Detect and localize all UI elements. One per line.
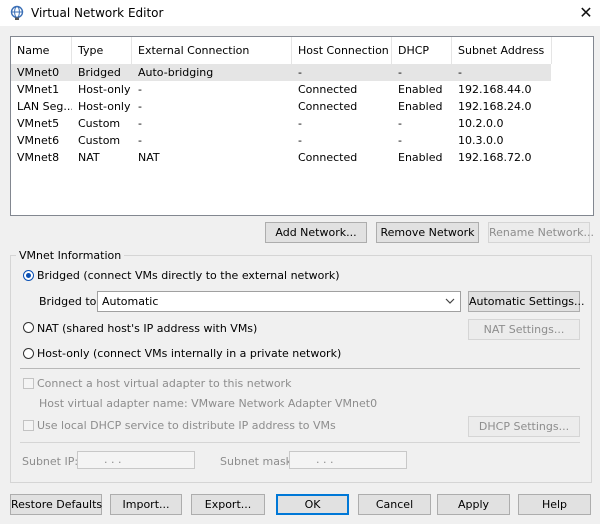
column-header-external-connection[interactable]: External Connection: [132, 37, 292, 64]
local-dhcp-checkbox[interactable]: [23, 420, 34, 431]
table-row[interactable]: VMnet5 Custom - - - 10.2.0.0: [11, 115, 551, 132]
cell-type: Custom: [78, 134, 121, 147]
nat-radio-label[interactable]: NAT (shared host's IP address with VMs): [37, 322, 257, 335]
vmnet-information-label: VMnet Information: [16, 249, 125, 262]
bridged-radio[interactable]: [23, 270, 34, 281]
import-button[interactable]: Import...: [110, 494, 182, 515]
cell-host: -: [298, 117, 302, 130]
nat-radio[interactable]: [23, 322, 34, 333]
add-network-button[interactable]: Add Network...: [265, 222, 367, 243]
connect-host-adapter-checkbox[interactable]: [23, 378, 34, 389]
vmnet-information-group: [10, 255, 592, 483]
remove-network-button[interactable]: Remove Network: [376, 222, 479, 243]
vmware-network-icon: [10, 5, 24, 20]
cell-subnet: 10.2.0.0: [458, 117, 504, 130]
cell-host: -: [298, 66, 302, 79]
cell-type: Host-only: [78, 100, 131, 113]
cell-subnet: 10.3.0.0: [458, 134, 504, 147]
cell-subnet: 192.168.72.0: [458, 151, 532, 164]
table-row[interactable]: VMnet6 Custom - - - 10.3.0.0: [11, 132, 551, 149]
cell-subnet: 192.168.44.0: [458, 83, 532, 96]
cell-host: Connected: [298, 151, 358, 164]
cell-name: LAN Seg...: [17, 100, 72, 113]
host-adapter-name-label: Host virtual adapter name: VMware Networ…: [39, 397, 378, 410]
cell-dhcp: Enabled: [398, 83, 443, 96]
section-divider: [20, 368, 580, 369]
radio-selected-dot: [26, 273, 31, 278]
table-row[interactable]: LAN Seg... Host-only - Connected Enabled…: [11, 98, 551, 115]
cell-subnet: -: [458, 66, 462, 79]
bridged-to-value: Automatic: [102, 295, 159, 308]
table-row[interactable]: VMnet1 Host-only - Connected Enabled 192…: [11, 81, 551, 98]
connect-host-adapter-label: Connect a host virtual adapter to this n…: [37, 377, 292, 390]
cell-type: Bridged: [78, 66, 121, 79]
cell-name: VMnet1: [17, 83, 60, 96]
cell-external: Auto-bridging: [138, 66, 214, 79]
ip-dots: . . .: [316, 453, 334, 466]
bridged-to-select[interactable]: Automatic: [97, 291, 461, 312]
cell-dhcp: -: [398, 66, 402, 79]
subnet-mask-label: Subnet mask:: [220, 455, 296, 468]
automatic-settings-button[interactable]: Automatic Settings...: [468, 291, 585, 312]
cell-external: NAT: [138, 151, 160, 164]
subnet-ip-input[interactable]: . . .: [77, 451, 195, 469]
close-icon[interactable]: ✕: [576, 3, 596, 23]
cell-external: -: [138, 83, 142, 96]
column-header-host-connection[interactable]: Host Connection: [292, 37, 392, 64]
host-only-radio[interactable]: [23, 348, 34, 359]
dhcp-settings-button[interactable]: DHCP Settings...: [468, 416, 580, 437]
restore-defaults-button[interactable]: Restore Defaults: [10, 494, 102, 515]
table-row[interactable]: VMnet0 Bridged Auto-bridging - - -: [11, 64, 551, 81]
cell-name: VMnet0: [17, 66, 60, 79]
cell-subnet: 192.168.24.0: [458, 100, 532, 113]
cell-name: VMnet8: [17, 151, 60, 164]
cancel-button[interactable]: Cancel: [358, 494, 431, 515]
nat-settings-button[interactable]: NAT Settings...: [468, 319, 580, 340]
table-header: Name Type External Connection Host Conne…: [11, 37, 552, 65]
cell-type: NAT: [78, 151, 100, 164]
cell-host: Connected: [298, 83, 358, 96]
column-header-name[interactable]: Name: [11, 37, 72, 64]
chevron-down-icon: [445, 298, 455, 304]
table-row[interactable]: VMnet8 NAT NAT Connected Enabled 192.168…: [11, 149, 551, 166]
section-divider: [20, 442, 580, 443]
column-header-subnet-address[interactable]: Subnet Address: [452, 37, 552, 64]
cell-type: Host-only: [78, 83, 131, 96]
cell-host: -: [298, 134, 302, 147]
title-bar: Virtual Network Editor ✕: [0, 0, 600, 26]
export-button[interactable]: Export...: [191, 494, 265, 515]
cell-type: Custom: [78, 117, 121, 130]
cell-host: Connected: [298, 100, 358, 113]
help-button[interactable]: Help: [518, 494, 591, 515]
cell-name: VMnet5: [17, 117, 60, 130]
cell-external: -: [138, 134, 142, 147]
subnet-ip-label: Subnet IP:: [22, 455, 79, 468]
cell-dhcp: -: [398, 134, 402, 147]
cell-dhcp: Enabled: [398, 151, 443, 164]
host-only-radio-label[interactable]: Host-only (connect VMs internally in a p…: [37, 347, 341, 360]
network-table[interactable]: Name Type External Connection Host Conne…: [10, 36, 594, 216]
local-dhcp-label: Use local DHCP service to distribute IP …: [37, 419, 336, 432]
cell-external: -: [138, 100, 142, 113]
bridged-to-label: Bridged to:: [39, 295, 101, 308]
subnet-mask-input[interactable]: . . .: [289, 451, 407, 469]
cell-dhcp: -: [398, 117, 402, 130]
rename-network-button[interactable]: Rename Network...: [488, 222, 594, 243]
cell-external: -: [138, 117, 142, 130]
cell-dhcp: Enabled: [398, 100, 443, 113]
column-header-type[interactable]: Type: [72, 37, 132, 64]
bridged-radio-label[interactable]: Bridged (connect VMs directly to the ext…: [37, 269, 340, 282]
window-title: Virtual Network Editor: [31, 6, 164, 20]
column-header-dhcp[interactable]: DHCP: [392, 37, 452, 64]
ok-button[interactable]: OK: [276, 494, 349, 515]
cell-name: VMnet6: [17, 134, 60, 147]
apply-button[interactable]: Apply: [437, 494, 510, 515]
ip-dots: . . .: [104, 453, 122, 466]
